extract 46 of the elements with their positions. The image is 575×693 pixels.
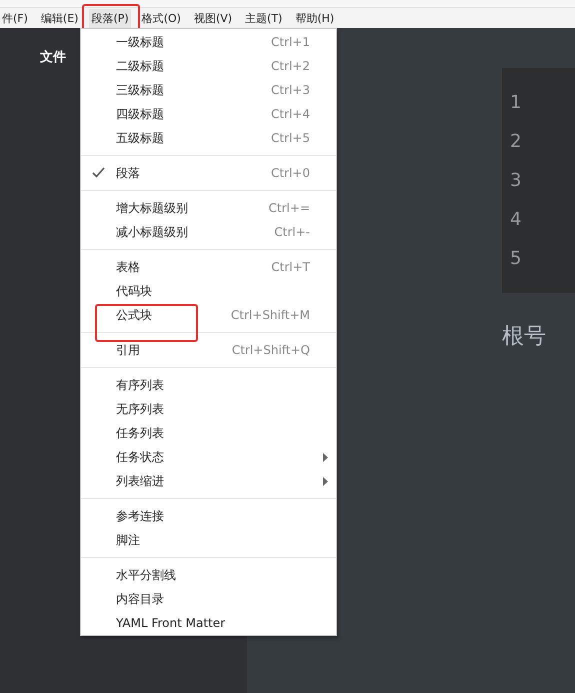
shortcut-text: Ctrl+Shift+M: [230, 308, 310, 322]
shortcut-text: Ctrl+3: [270, 83, 310, 97]
menu-item[interactable]: 引用 Ctrl+Shift+Q: [81, 338, 336, 362]
menu-bar-item[interactable]: 视图(V): [192, 8, 234, 28]
shortcut-text: Ctrl+4: [270, 107, 310, 121]
menu-item[interactable]: 三级标题 Ctrl+3: [81, 78, 336, 102]
menu-bar-item[interactable]: 格式(O): [140, 8, 183, 28]
menu-item[interactable]: 任务状态: [81, 445, 336, 469]
menu-item[interactable]: 内容目录: [81, 587, 336, 611]
menu-item[interactable]: 二级标题 Ctrl+2: [81, 54, 336, 78]
menu-item[interactable]: 列表缩进: [81, 469, 336, 493]
line-number: 4: [510, 209, 522, 231]
menu-item[interactable]: 参考连接: [81, 504, 336, 528]
shortcut-text: Ctrl+Shift+Q: [232, 343, 310, 357]
shortcut-text: Ctrl+0: [270, 166, 310, 180]
menu-bar-item[interactable]: 件(F): [0, 8, 30, 28]
menu-item[interactable]: 段落 Ctrl+0: [81, 161, 336, 185]
menu-bar-item[interactable]: 主题(T): [243, 8, 284, 28]
menu-item[interactable]: 代码块: [81, 279, 336, 303]
shortcut-text: Ctrl+5: [270, 131, 310, 145]
shortcut-text: Ctrl+-: [274, 225, 310, 239]
line-number: 2: [510, 131, 522, 153]
menu-item[interactable]: 水平分割线: [81, 563, 336, 587]
menu-item[interactable]: 五级标题 Ctrl+5: [81, 126, 336, 150]
shortcut-text: Ctrl+1: [270, 35, 310, 49]
menu-item[interactable]: 表格 Ctrl+T: [81, 255, 336, 279]
line-number: 1: [510, 92, 522, 114]
menu-item[interactable]: 增大标题级别 Ctrl+=: [81, 196, 336, 220]
menu-item[interactable]: YAML Front Matter: [81, 611, 336, 635]
menu-item[interactable]: 公式块 Ctrl+Shift+M: [81, 303, 336, 327]
menu-item[interactable]: 脚注: [81, 528, 336, 552]
menu-bar-item[interactable]: 编辑(E): [38, 8, 80, 28]
shortcut-text: Ctrl+2: [270, 59, 310, 73]
shortcut-text: Ctrl+=: [268, 201, 310, 215]
editor-text: 根号: [502, 323, 547, 351]
menu-item[interactable]: 有序列表: [81, 373, 336, 397]
menu-bar-item[interactable]: 帮助(H): [293, 8, 336, 28]
menu-item[interactable]: 任务列表: [81, 421, 336, 445]
menu-item[interactable]: 减小标题级别 Ctrl+-: [81, 220, 336, 244]
line-number: 3: [510, 170, 522, 192]
line-number: 5: [510, 248, 522, 270]
shortcut-text: Ctrl+T: [271, 260, 310, 274]
menu-bar-item[interactable]: 段落(P): [89, 8, 131, 28]
menu-item[interactable]: 无序列表: [81, 397, 336, 421]
menu-item[interactable]: 一级标题 Ctrl+1: [81, 30, 336, 54]
menu-item[interactable]: 四级标题 Ctrl+4: [81, 102, 336, 126]
